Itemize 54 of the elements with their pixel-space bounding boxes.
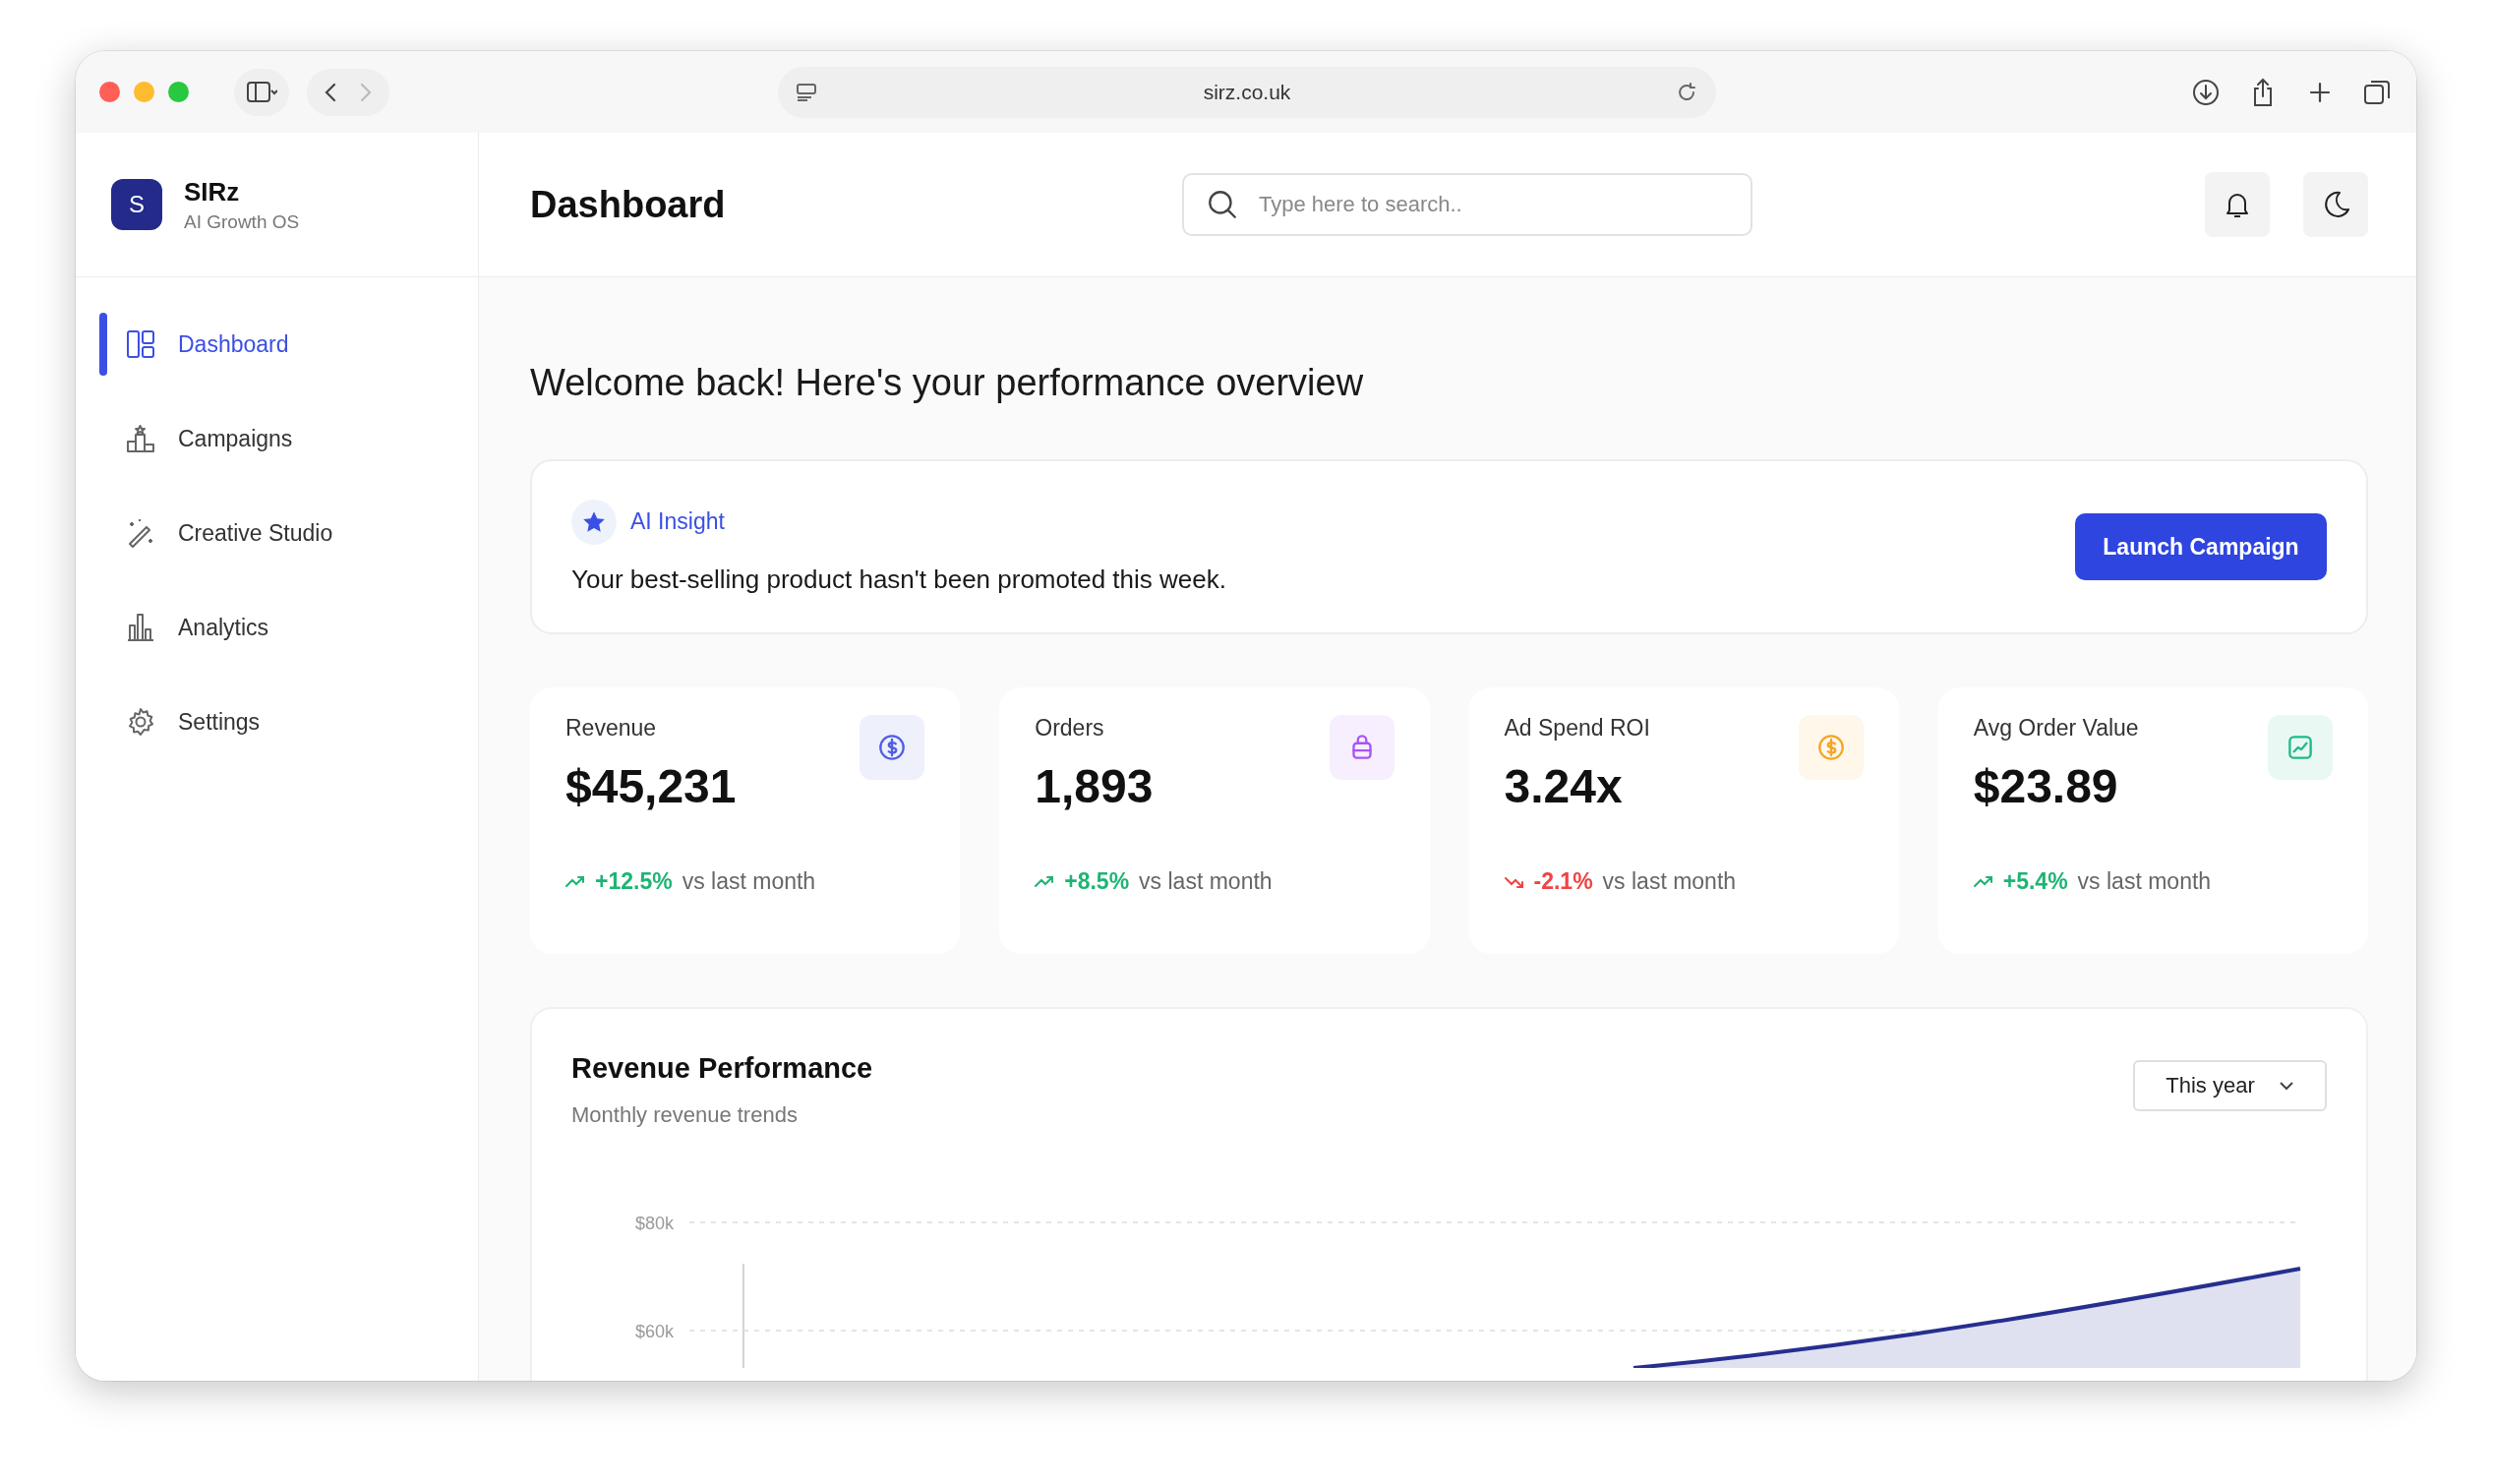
brand-name: SIRz [184,176,241,208]
stat-label: Orders [1035,715,1105,742]
launch-campaign-button[interactable]: Launch Campaign [2075,513,2327,580]
sidebar-item[interactable]: Campaigns [76,407,478,470]
axis-label: $60k [634,1322,674,1341]
active-indicator [99,313,107,376]
sidebar-icon [246,79,277,105]
period-dropdown[interactable]: This year [2133,1060,2327,1111]
notifications-button[interactable] [2205,172,2270,237]
sidebar-item[interactable]: Creative Studio [76,502,478,564]
trend-up-icon [1035,874,1055,889]
sidebar-item[interactable]: Dashboard [76,313,478,376]
url-text: sirz.co.uk [1203,81,1291,104]
search-icon [1206,188,1239,221]
sidebar-item[interactable]: Analytics [76,596,478,659]
back-icon[interactable] [325,83,336,101]
close-window-button[interactable] [99,82,120,102]
page-title: Dashboard [530,183,727,226]
welcome-heading: Welcome back! Here's your performance overview [530,362,1365,404]
stat-value: 3.24x [1504,759,1624,813]
podium-icon [125,423,156,454]
axis-label: $80k [634,1214,674,1233]
address-bar[interactable]: sirz.co.uk [778,67,1716,118]
chevron-down-icon [2278,1081,2294,1091]
stat-note: vs last month [1602,868,1737,895]
brand-tagline: AI Growth OS [184,210,300,233]
stat-label: Revenue [565,715,658,742]
brand-logo: S [111,179,162,230]
search-field[interactable]: Type here to search.. [1182,173,1752,236]
stat-change: +5.4% [2002,868,2068,895]
trend-up-icon [1973,874,1993,889]
stat-note: vs last month [1139,868,1273,895]
sidebar-toggle-button[interactable] [234,68,289,116]
trend-down-icon [1504,874,1524,889]
chart-title: Revenue Performance [571,1052,873,1085]
stat-value: $23.89 [1973,759,2119,813]
layout-icon [125,328,156,360]
stat-label: Ad Spend ROI [1504,715,1651,742]
bar-chart-icon [125,612,156,643]
stat-note: vs last month [682,868,816,895]
sidebar-item[interactable]: Settings [76,690,478,753]
stat-change: -2.1% [1533,868,1593,895]
stat-note: vs last month [2077,868,2212,895]
chart-subtitle: Monthly revenue trends [571,1102,799,1128]
trend-up-icon [565,874,585,889]
stat-change: +8.5% [1064,868,1130,895]
stat-value: 1,893 [1035,759,1155,813]
insight-label: AI Insight [630,508,725,535]
dark-mode-button[interactable] [2303,172,2368,237]
insight-message: Your best-selling product hasn't been promoted this week. [571,564,1226,595]
stat-value: $45,231 [565,759,738,813]
stat-change: +12.5% [595,868,673,895]
stat-label: Avg Order Value [1973,715,2140,742]
page-icon [796,83,819,102]
